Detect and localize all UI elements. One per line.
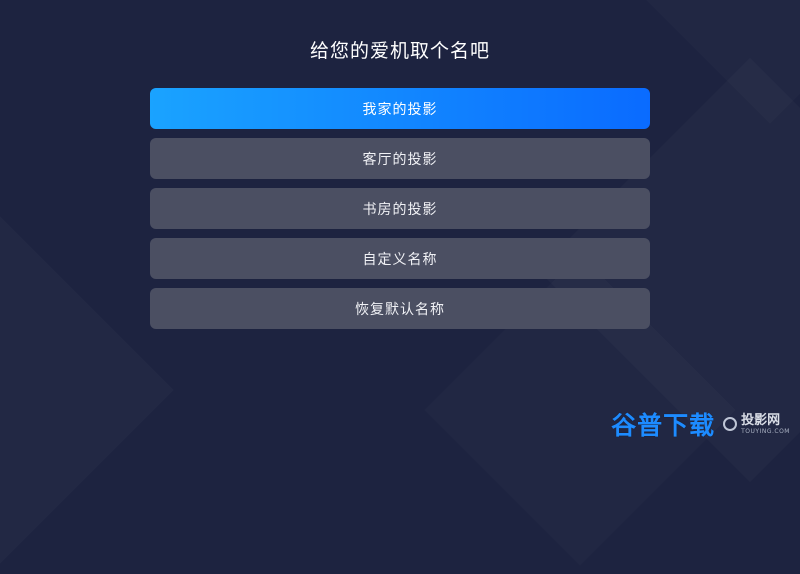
menu-item-label: 恢复默认名称 bbox=[355, 301, 445, 318]
brand-logo-icon bbox=[723, 417, 738, 431]
watermark-brand: 投影网 TOUYING.COM bbox=[723, 414, 790, 435]
menu-item-living-room-projector[interactable]: 客厅的投影 bbox=[150, 138, 650, 179]
watermark-main-text: 谷普下载 bbox=[611, 411, 716, 440]
menu-item-my-home-projector[interactable]: 我家的投影 bbox=[150, 88, 650, 129]
menu-item-label: 自定义名称 bbox=[362, 251, 438, 268]
watermark-brand-en: TOUYING.COM bbox=[741, 427, 790, 435]
watermark-brand-name: 投影网 bbox=[741, 412, 781, 428]
menu-item-label: 书房的投影 bbox=[362, 201, 438, 218]
page-title: 给您的爱机取个名吧 bbox=[309, 40, 490, 62]
menu-item-label: 客厅的投影 bbox=[362, 151, 438, 168]
menu-item-study-room-projector[interactable]: 书房的投影 bbox=[150, 188, 650, 229]
background-shape bbox=[0, 206, 174, 574]
menu-item-restore-default-name[interactable]: 恢复默认名称 bbox=[150, 288, 650, 329]
menu-item-custom-name[interactable]: 自定义名称 bbox=[150, 238, 650, 279]
name-options-menu: 我家的投影 客厅的投影 书房的投影 自定义名称 恢复默认名称 bbox=[150, 88, 650, 338]
menu-item-label: 我家的投影 bbox=[362, 101, 438, 118]
watermark: 谷普下载 投影网 TOUYING.COM bbox=[611, 406, 790, 442]
watermark-brand-text: 投影网 TOUYING.COM bbox=[741, 414, 790, 435]
